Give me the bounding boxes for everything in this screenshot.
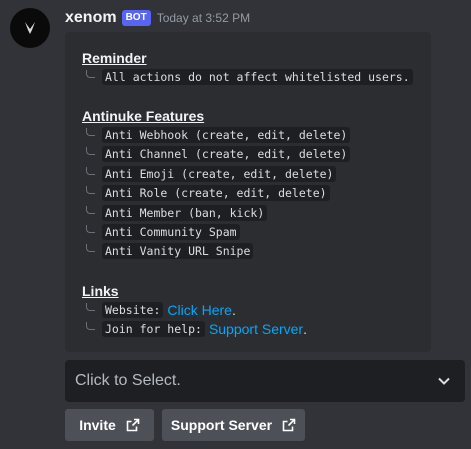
reminder-title: Reminder [82,50,147,66]
list-item: Anti Webhook (create, edit, delete) [82,125,431,144]
branch-icon [86,205,95,214]
select-menu[interactable]: Click to Select. [65,360,465,402]
list-item: Join for help: Support Server. [82,320,431,339]
features-list: Anti Webhook (create, edit, delete) Anti… [82,125,431,261]
chevron-down-icon [438,377,450,385]
branch-icon [86,69,95,78]
branch-icon [86,302,95,311]
support-server-button-label: Support Server [170,417,273,433]
list-item: Anti Emoji (create, edit, delete) [82,164,431,183]
branch-icon [86,166,95,175]
website-suffix: . [231,301,236,318]
support-server-link[interactable]: Support Server [209,321,303,337]
list-item: Anti Role (create, edit, delete) [82,184,431,203]
avatar[interactable] [10,8,50,48]
branch-icon [86,225,95,234]
branch-icon [86,244,95,253]
invite-button-label: Invite [79,417,116,433]
list-item: Anti Community Spam [82,222,431,241]
feature-item: Anti Webhook (create, edit, delete) [102,127,351,144]
feature-item: Anti Emoji (create, edit, delete) [102,165,337,182]
list-item: Anti Channel (create, edit, delete) [82,145,431,164]
website-link[interactable]: Click Here [167,302,232,318]
external-link-icon [282,418,296,432]
embed: Reminder All actions do not affect white… [65,32,431,352]
branch-icon [86,147,95,156]
timestamp: Today at 3:52 PM [156,11,251,25]
select-placeholder: Click to Select. [75,372,181,389]
links-title: Links [82,283,119,300]
branch-icon [86,322,95,331]
invite-button[interactable]: Invite [65,409,154,441]
support-server-button[interactable]: Support Server [162,409,305,441]
website-label: Website: [102,301,164,318]
features-title: Antinuke Features [82,108,205,125]
message-header: xenom BOT Today at 3:52 PM [65,9,250,27]
feature-item: Anti Vanity URL Snipe [102,243,254,260]
username[interactable]: xenom [65,9,117,27]
branch-icon [86,128,95,137]
reminder-text: All actions do not affect whitelisted us… [102,68,413,85]
feature-item: Anti Role (create, edit, delete) [102,185,330,202]
list-item: Anti Member (ban, kick) [82,203,431,222]
branch-icon [86,186,95,195]
xenom-logo-icon [25,22,35,34]
help-suffix: . [303,321,307,338]
external-link-icon [126,418,140,432]
help-label: Join for help: [102,321,205,338]
feature-item: Anti Community Spam [102,224,240,241]
feature-item: Anti Member (ban, kick) [102,204,268,221]
list-item: All actions do not affect whitelisted us… [82,67,431,86]
list-item: Website: Click Here. [82,300,431,319]
bot-badge: BOT [121,10,151,26]
feature-item: Anti Channel (create, edit, delete) [102,146,351,163]
list-item: Anti Vanity URL Snipe [82,242,431,261]
